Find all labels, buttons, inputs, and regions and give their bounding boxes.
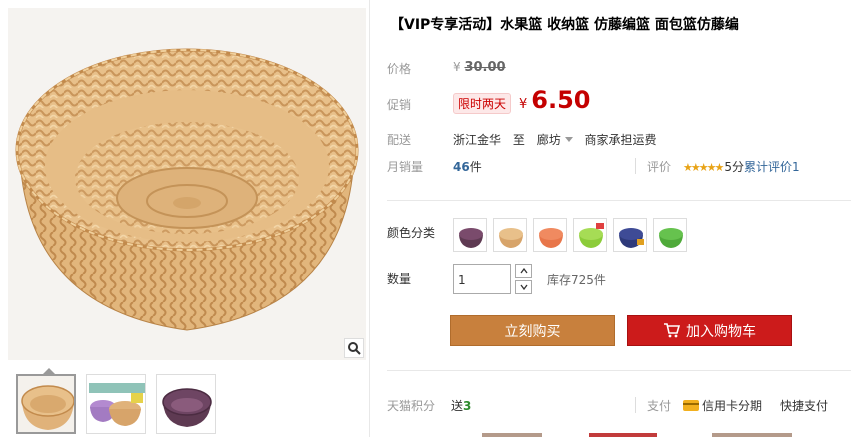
cart-icon bbox=[664, 323, 680, 338]
promo-currency-symbol: ¥ bbox=[519, 97, 528, 112]
product-info-panel: 【VIP专享活动】水果篮 收纳篮 仿藤编篮 面包篮仿藤编 价格 ¥ 30.00 … bbox=[370, 0, 851, 437]
rating-value: 5分 bbox=[724, 160, 744, 174]
price-label: 价格 bbox=[387, 62, 412, 76]
tmall-points-label: 天猫积分 bbox=[387, 399, 436, 413]
color-swatch-orange[interactable] bbox=[533, 218, 567, 252]
chevron-up-icon bbox=[519, 268, 528, 274]
quantity-input[interactable]: 1 bbox=[453, 264, 511, 294]
tmall-points: 天猫积分 送3 bbox=[387, 397, 471, 414]
monthly-sales: 46件 bbox=[453, 158, 482, 175]
product-title: 【VIP专享活动】水果篮 收纳篮 仿藤编篮 面包篮仿藤编 bbox=[390, 17, 739, 33]
product-gallery bbox=[0, 0, 368, 437]
buy-now-label: 立刻购买 bbox=[504, 323, 561, 340]
points-gift-prefix: 送 bbox=[451, 399, 464, 413]
shipping-to-word: 至 bbox=[512, 133, 525, 147]
cut-off-row bbox=[387, 431, 851, 437]
payment-divider bbox=[635, 397, 636, 413]
thumbnail-3[interactable] bbox=[156, 374, 216, 434]
shipping-destination: 廊坊 bbox=[536, 133, 561, 147]
payment-methods: 支付 信用卡分期 快捷支付 bbox=[647, 397, 828, 414]
shipping-info: 浙江金华 至 廊坊 商家承担运费 bbox=[453, 131, 657, 148]
color-swatch-navy[interactable] bbox=[613, 218, 647, 252]
cut-off-badge-1 bbox=[482, 433, 542, 437]
thumbnail-2[interactable] bbox=[86, 374, 146, 434]
points-gift-value: 3 bbox=[463, 399, 472, 413]
credit-card-installment-link[interactable]: 信用卡分期 bbox=[702, 397, 762, 414]
stock-count: 库存725件 bbox=[547, 273, 606, 287]
section-divider-1 bbox=[387, 200, 851, 201]
promo-price: ¥6.50 bbox=[519, 86, 591, 114]
rating-divider bbox=[635, 158, 636, 174]
points-gift: 送3 bbox=[451, 399, 471, 413]
monthly-sales-label: 月销量 bbox=[387, 160, 424, 174]
cut-off-badge-3 bbox=[712, 433, 792, 437]
shipping-origin: 浙江金华 bbox=[453, 133, 502, 147]
thumbnail-strip bbox=[0, 362, 368, 437]
buy-now-button[interactable]: 立刻购买 bbox=[450, 315, 615, 346]
section-divider-2 bbox=[387, 370, 851, 371]
thumbnail-1[interactable] bbox=[16, 374, 76, 434]
review-count-link[interactable]: 累计评价1 bbox=[744, 160, 800, 174]
payment-label: 支付 bbox=[647, 399, 672, 413]
quick-pay-link[interactable]: 快捷支付 bbox=[780, 397, 828, 414]
caret-down-icon bbox=[564, 137, 573, 142]
main-product-image[interactable] bbox=[8, 8, 366, 360]
original-price-value: 30.00 bbox=[464, 60, 506, 75]
chevron-down-icon bbox=[519, 284, 528, 290]
rating-info: 评价 ★★★★★ 5分累计评价1 bbox=[647, 158, 800, 175]
shipping-destination-select[interactable]: 廊坊 bbox=[537, 133, 581, 147]
add-to-cart-label: 加入购物车 bbox=[686, 323, 756, 340]
monthly-sales-unit: 件 bbox=[469, 160, 482, 174]
original-price: ¥ 30.00 bbox=[453, 60, 506, 75]
promo-tag: 限时两天 bbox=[453, 93, 512, 114]
shipping-fee-note: 商家承担运费 bbox=[584, 133, 657, 147]
color-label: 颜色分类 bbox=[387, 226, 436, 240]
color-swatch-purple[interactable] bbox=[453, 218, 487, 252]
currency-symbol: ¥ bbox=[453, 60, 461, 74]
cut-off-badge-2 bbox=[589, 433, 657, 437]
shipping-label: 配送 bbox=[387, 133, 412, 147]
rating-stars: ★★★★★ bbox=[683, 161, 724, 174]
promo-price-value: 6.50 bbox=[531, 86, 591, 114]
monthly-sales-count: 46 bbox=[453, 160, 470, 174]
color-swatch-green[interactable] bbox=[653, 218, 687, 252]
credit-card-icon bbox=[683, 400, 700, 411]
quantity-decrease-button[interactable] bbox=[515, 280, 532, 294]
rating-label: 评价 bbox=[647, 160, 672, 174]
color-swatch-natural[interactable] bbox=[493, 218, 527, 252]
color-swatch-lime[interactable] bbox=[573, 218, 607, 252]
add-to-cart-button[interactable]: 加入购物车 bbox=[627, 315, 792, 346]
quantity-increase-button[interactable] bbox=[515, 264, 532, 278]
promo-label: 促销 bbox=[387, 98, 412, 112]
quantity-label: 数量 bbox=[387, 272, 412, 286]
zoom-icon[interactable] bbox=[344, 338, 364, 358]
